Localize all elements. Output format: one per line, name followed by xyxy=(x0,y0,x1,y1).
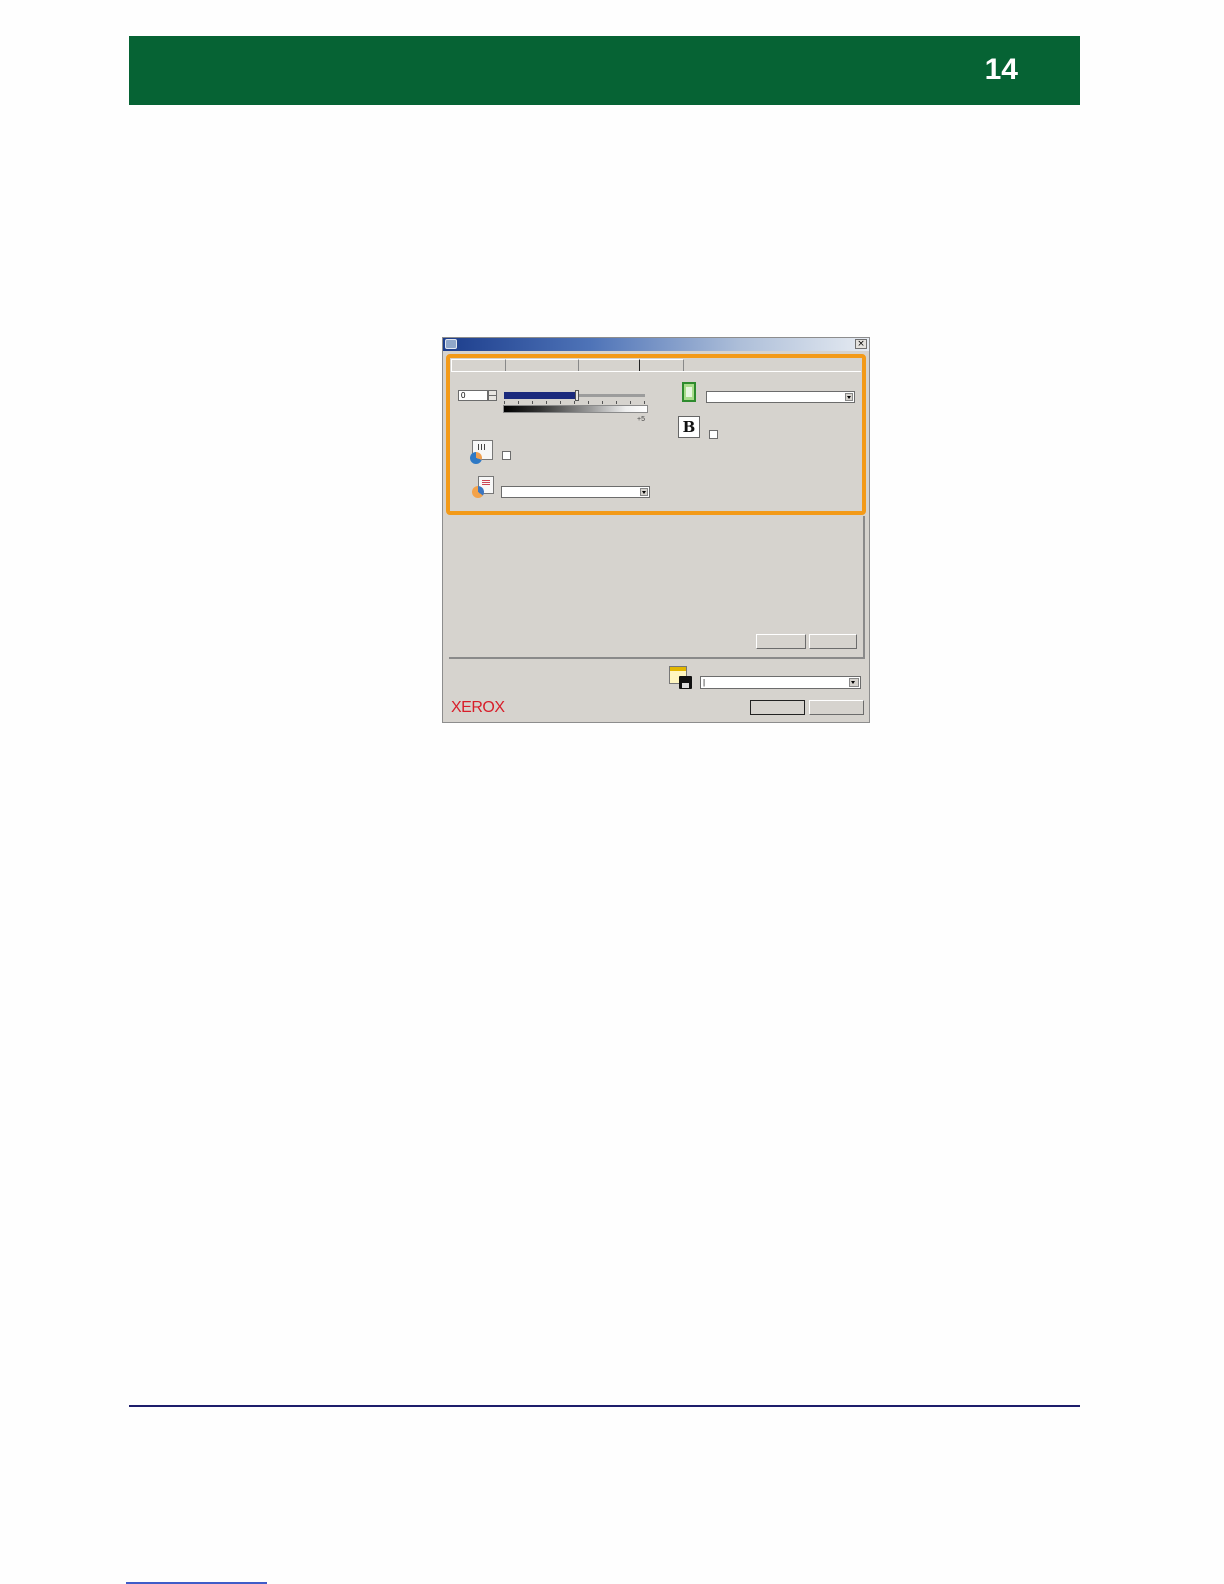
saved-settings-value: | xyxy=(703,678,706,687)
dialog-titlebar[interactable]: × xyxy=(443,338,869,351)
panel-button-1[interactable] xyxy=(756,634,806,649)
save-settings-icon xyxy=(669,666,693,690)
page-header-banner: 14 xyxy=(129,36,1080,105)
highlight-frame xyxy=(446,354,866,515)
page-number: 14 xyxy=(984,53,1018,86)
footer-rule xyxy=(129,1405,1080,1407)
printer-properties-icon xyxy=(445,339,457,349)
panel-button-2[interactable] xyxy=(809,634,857,649)
chevron-down-icon[interactable] xyxy=(849,678,859,687)
close-button[interactable]: × xyxy=(855,339,867,349)
saved-settings-dropdown[interactable]: | xyxy=(700,676,861,689)
cancel-button[interactable] xyxy=(809,700,864,715)
xerox-logo: XEROX xyxy=(451,699,505,716)
floppy-disk-icon xyxy=(679,676,692,689)
print-settings-dialog: × 0 +5 B | XEROX xyxy=(442,337,870,723)
ok-button[interactable] xyxy=(750,700,805,715)
